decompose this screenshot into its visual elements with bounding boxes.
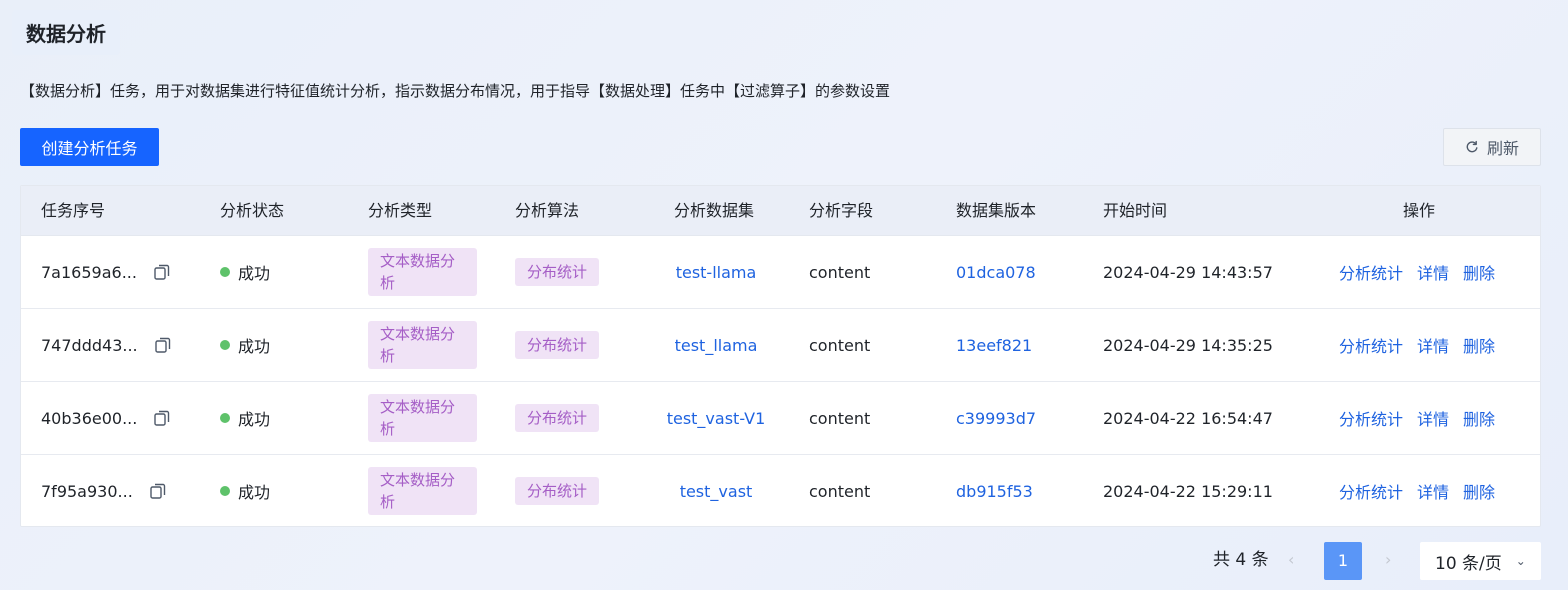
copy-icon[interactable]: [154, 336, 172, 354]
task-id: 747ddd43...: [41, 335, 138, 355]
status-text: 成功: [238, 264, 271, 283]
detail-link[interactable]: 详情: [1417, 406, 1449, 430]
dataset-link[interactable]: test_vast: [680, 482, 753, 501]
table-row: 40b36e00... 成功 文本数据分析 分布统计 test_vast-V1 …: [21, 382, 1540, 455]
status-text: 成功: [238, 337, 271, 356]
status-dot: [220, 267, 230, 277]
task-id: 7a1659a6...: [41, 262, 137, 282]
dataset-link[interactable]: test-llama: [676, 263, 757, 282]
analysis-type-tag: 文本数据分析: [368, 394, 477, 442]
start-time: 2024-04-22 15:29:11: [1103, 481, 1273, 501]
prev-page-icon[interactable]: ‹: [1288, 540, 1294, 580]
delete-link[interactable]: 删除: [1463, 479, 1495, 503]
table-row: 7a1659a6... 成功 文本数据分析 分布统计 test-llama co…: [21, 236, 1540, 309]
start-time: 2024-04-29 14:35:25: [1103, 335, 1273, 355]
column-header-type: 分析类型: [368, 201, 433, 220]
copy-icon[interactable]: [149, 482, 167, 500]
chevron-down-icon: ⌄: [1515, 554, 1526, 568]
analysis-type-tag: 文本数据分析: [368, 321, 477, 369]
copy-icon[interactable]: [153, 263, 171, 281]
detail-link[interactable]: 详情: [1417, 479, 1449, 503]
analysis-type-tag: 文本数据分析: [368, 248, 477, 296]
table-row: 7f95a930... 成功 文本数据分析 分布统计 test_vast con…: [21, 455, 1540, 526]
dataset-version-link[interactable]: 13eef821: [956, 336, 1032, 355]
status-dot: [220, 340, 230, 350]
field-text: content: [809, 335, 871, 355]
column-header-task-id: 任务序号: [41, 201, 106, 220]
refresh-label: 刷新: [1486, 139, 1519, 158]
status-text: 成功: [238, 410, 271, 429]
analysis-stats-link[interactable]: 分析统计: [1339, 479, 1403, 503]
detail-link[interactable]: 详情: [1417, 260, 1449, 284]
status-dot: [220, 486, 230, 496]
dataset-version-link[interactable]: c39993d7: [956, 409, 1036, 428]
analysis-stats-link[interactable]: 分析统计: [1339, 260, 1403, 284]
analysis-algorithm-tag: 分布统计: [515, 331, 600, 359]
delete-link[interactable]: 删除: [1463, 333, 1495, 357]
analysis-algorithm-tag: 分布统计: [515, 404, 600, 432]
refresh-button[interactable]: 刷新: [1443, 128, 1541, 166]
delete-link[interactable]: 删除: [1463, 260, 1495, 284]
dataset-link[interactable]: test_vast-V1: [667, 409, 766, 428]
start-time: 2024-04-22 16:54:47: [1103, 408, 1273, 428]
page-description: 【数据分析】任务，用于对数据集进行特征值统计分析，指示数据分布情况，用于指导【数…: [20, 82, 891, 100]
status-text: 成功: [238, 483, 271, 502]
pagination-total: 共 4 条: [1213, 550, 1269, 570]
task-id: 7f95a930...: [41, 481, 133, 501]
detail-link[interactable]: 详情: [1417, 333, 1449, 357]
column-header-dataset: 分析数据集: [674, 201, 755, 220]
analysis-algorithm-tag: 分布统计: [515, 258, 600, 286]
table-header: 任务序号 分析状态 分析类型 分析算法 分析数据集 分析字段 数据集版本 开始时…: [21, 186, 1540, 236]
analysis-type-tag: 文本数据分析: [368, 467, 477, 515]
next-page-icon[interactable]: ›: [1385, 540, 1391, 580]
delete-link[interactable]: 删除: [1463, 406, 1495, 430]
dataset-link[interactable]: test_llama: [675, 336, 758, 355]
status-dot: [220, 413, 230, 423]
column-header-dataset-version: 数据集版本: [956, 201, 1037, 220]
task-id: 40b36e00...: [41, 408, 138, 428]
refresh-icon: [1466, 140, 1478, 153]
analysis-stats-link[interactable]: 分析统计: [1339, 333, 1403, 357]
column-header-algorithm: 分析算法: [515, 201, 580, 220]
column-header-field: 分析字段: [809, 201, 874, 220]
analysis-stats-link[interactable]: 分析统计: [1339, 406, 1403, 430]
column-header-status: 分析状态: [220, 201, 285, 220]
field-text: content: [809, 262, 871, 282]
column-header-start-time: 开始时间: [1103, 201, 1168, 220]
start-time: 2024-04-29 14:43:57: [1103, 262, 1273, 282]
analysis-task-table: 任务序号 分析状态 分析类型 分析算法 分析数据集 分析字段 数据集版本 开始时…: [20, 185, 1541, 527]
field-text: content: [809, 408, 871, 428]
page-size-select[interactable]: 10 条/页 ⌄: [1420, 542, 1541, 580]
dataset-version-link[interactable]: 01dca078: [956, 263, 1036, 282]
column-header-actions: 操作: [1403, 201, 1436, 220]
page-button-current[interactable]: 1: [1324, 542, 1362, 580]
pagination: 共 4 条 ‹ 1 › 10 条/页 ⌄: [0, 540, 1568, 580]
create-analysis-task-button[interactable]: 创建分析任务: [20, 128, 159, 166]
page-title: 数据分析: [12, 10, 120, 55]
table-row: 747ddd43... 成功 文本数据分析 分布统计 test_llama co…: [21, 309, 1540, 382]
field-text: content: [809, 481, 871, 501]
analysis-algorithm-tag: 分布统计: [515, 477, 600, 505]
copy-icon[interactable]: [153, 409, 171, 427]
dataset-version-link[interactable]: db915f53: [956, 482, 1033, 501]
page-size-value: 10 条/页: [1435, 553, 1502, 574]
